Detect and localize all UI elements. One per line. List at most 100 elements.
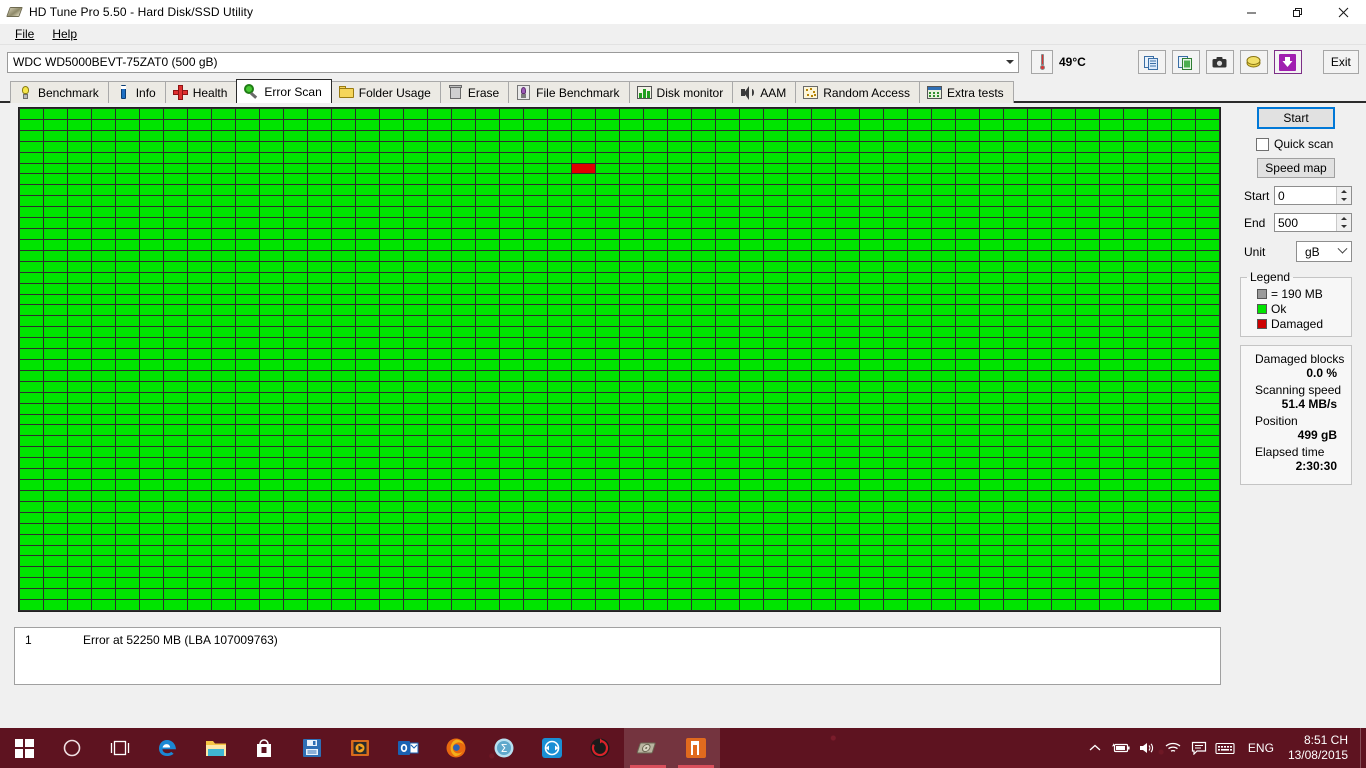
scan-block-ok bbox=[68, 404, 91, 414]
scan-block-ok bbox=[68, 164, 91, 174]
file-explorer-icon[interactable] bbox=[192, 728, 240, 768]
scan-block-ok bbox=[740, 491, 763, 501]
scan-block-ok bbox=[212, 415, 235, 425]
media-player-icon[interactable] bbox=[336, 728, 384, 768]
scan-block-ok bbox=[1076, 153, 1099, 163]
scan-block-ok bbox=[20, 480, 43, 490]
scan-block-ok bbox=[140, 491, 163, 501]
end-spinner-buttons[interactable] bbox=[1336, 214, 1351, 231]
close-button[interactable] bbox=[1320, 0, 1366, 24]
error-scan-map[interactable] bbox=[18, 107, 1221, 612]
tab-folder-usage[interactable]: Folder Usage bbox=[331, 81, 441, 103]
edge-icon[interactable] bbox=[144, 728, 192, 768]
scan-block-ok bbox=[620, 196, 643, 206]
scan-block-ok bbox=[788, 316, 811, 326]
export-excel-icon[interactable] bbox=[1172, 50, 1200, 74]
show-desktop-button[interactable] bbox=[1360, 728, 1366, 768]
menu-item-file[interactable]: File bbox=[6, 25, 43, 43]
start-spinner-up[interactable] bbox=[1337, 187, 1351, 196]
donate-icon[interactable] bbox=[1240, 50, 1268, 74]
scan-block-ok bbox=[572, 535, 595, 545]
scan-block-ok bbox=[860, 131, 883, 141]
quick-scan-checkbox[interactable] bbox=[1256, 138, 1269, 151]
scan-block-ok bbox=[116, 218, 139, 228]
scan-block-ok bbox=[524, 284, 547, 294]
download-icon[interactable] bbox=[1274, 50, 1302, 74]
scan-block-ok bbox=[524, 567, 547, 577]
tab-health[interactable]: Health bbox=[165, 81, 238, 103]
scan-block-ok bbox=[548, 164, 571, 174]
tab-benchmark[interactable]: Benchmark bbox=[10, 81, 109, 103]
scan-block-ok bbox=[1124, 327, 1147, 337]
action-center-icon[interactable] bbox=[1186, 728, 1212, 768]
task-view-icon[interactable] bbox=[96, 728, 144, 768]
scan-block-ok bbox=[884, 447, 907, 457]
microsoft-store-icon[interactable] bbox=[240, 728, 288, 768]
end-spinner[interactable]: 500 bbox=[1274, 213, 1352, 232]
teamviewer-icon[interactable] bbox=[528, 728, 576, 768]
minimize-button[interactable] bbox=[1228, 0, 1274, 24]
scan-block-ok bbox=[572, 513, 595, 523]
scan-block-ok bbox=[860, 218, 883, 228]
hd-tune-icon[interactable] bbox=[624, 728, 672, 768]
start-button[interactable]: Start bbox=[1257, 107, 1335, 129]
scan-block-ok bbox=[548, 556, 571, 566]
cortana-search-icon[interactable] bbox=[48, 728, 96, 768]
save-app-icon[interactable] bbox=[288, 728, 336, 768]
wifi-icon[interactable] bbox=[1160, 728, 1186, 768]
start-input[interactable]: 0 bbox=[1275, 187, 1336, 204]
scan-block-ok bbox=[332, 305, 355, 315]
scan-block-ok bbox=[572, 447, 595, 457]
math-app-icon[interactable]: Σ bbox=[480, 728, 528, 768]
keyboard-language-icon[interactable] bbox=[1212, 728, 1238, 768]
volume-icon[interactable] bbox=[1134, 728, 1160, 768]
show-hidden-icons-chevron-icon[interactable] bbox=[1082, 728, 1108, 768]
tab-aam[interactable]: AAM bbox=[732, 81, 796, 103]
input-language-indicator[interactable]: ENG bbox=[1238, 741, 1284, 755]
scan-block-ok bbox=[1124, 469, 1147, 479]
scan-block-ok bbox=[1004, 436, 1027, 446]
scan-block-ok bbox=[692, 109, 715, 119]
scan-block-ok bbox=[308, 273, 331, 283]
scan-block-ok bbox=[524, 447, 547, 457]
unit-select[interactable]: gB bbox=[1296, 241, 1352, 262]
tab-erase[interactable]: Erase bbox=[440, 81, 509, 103]
orange-app-icon[interactable] bbox=[672, 728, 720, 768]
error-log-list[interactable]: 1 Error at 52250 MB (LBA 107009763) bbox=[14, 627, 1221, 685]
battery-icon[interactable] bbox=[1108, 728, 1134, 768]
start-spinner-buttons[interactable] bbox=[1336, 187, 1351, 204]
clock[interactable]: 8:51 CH 13/08/2015 bbox=[1284, 733, 1360, 763]
firefox-icon[interactable] bbox=[432, 728, 480, 768]
scan-block-ok bbox=[260, 327, 283, 337]
drive-select-dropdown[interactable]: WDC WD5000BEVT-75ZAT0 (500 gB) bbox=[7, 52, 1019, 73]
start-spinner[interactable]: 0 bbox=[1274, 186, 1352, 205]
tab-info[interactable]: Info bbox=[108, 81, 166, 103]
scan-block-ok bbox=[284, 327, 307, 337]
end-spinner-up[interactable] bbox=[1337, 214, 1351, 223]
windows-logo-icon[interactable] bbox=[0, 728, 48, 768]
tab-random-access[interactable]: Random Access bbox=[795, 81, 920, 103]
tab-error-scan[interactable]: Error Scan bbox=[236, 79, 331, 103]
quick-scan-checkbox-row[interactable]: Quick scan bbox=[1240, 137, 1352, 151]
scan-block-ok bbox=[284, 240, 307, 250]
scan-block-ok bbox=[1172, 447, 1195, 457]
scan-block-ok bbox=[884, 316, 907, 326]
end-input[interactable]: 500 bbox=[1275, 214, 1336, 231]
copy-icon[interactable] bbox=[1138, 50, 1166, 74]
error-log-row[interactable]: 1 Error at 52250 MB (LBA 107009763) bbox=[15, 628, 1220, 647]
recovery-app-icon[interactable] bbox=[576, 728, 624, 768]
outlook-icon[interactable] bbox=[384, 728, 432, 768]
tab-extra-tests[interactable]: Extra tests bbox=[919, 81, 1014, 103]
exit-button[interactable]: Exit bbox=[1323, 50, 1359, 74]
speed-map-button[interactable]: Speed map bbox=[1257, 158, 1335, 178]
scan-block-ok bbox=[476, 535, 499, 545]
scan-block-ok bbox=[980, 382, 1003, 392]
end-spinner-down[interactable] bbox=[1337, 223, 1351, 232]
tab-file-benchmark[interactable]: File Benchmark bbox=[508, 81, 629, 103]
screenshot-icon[interactable] bbox=[1206, 50, 1234, 74]
start-spinner-down[interactable] bbox=[1337, 196, 1351, 205]
menu-item-help[interactable]: Help bbox=[43, 25, 86, 43]
scan-block-ok bbox=[260, 600, 283, 610]
tab-disk-monitor[interactable]: Disk monitor bbox=[629, 81, 734, 103]
maximize-restore-button[interactable] bbox=[1274, 0, 1320, 24]
